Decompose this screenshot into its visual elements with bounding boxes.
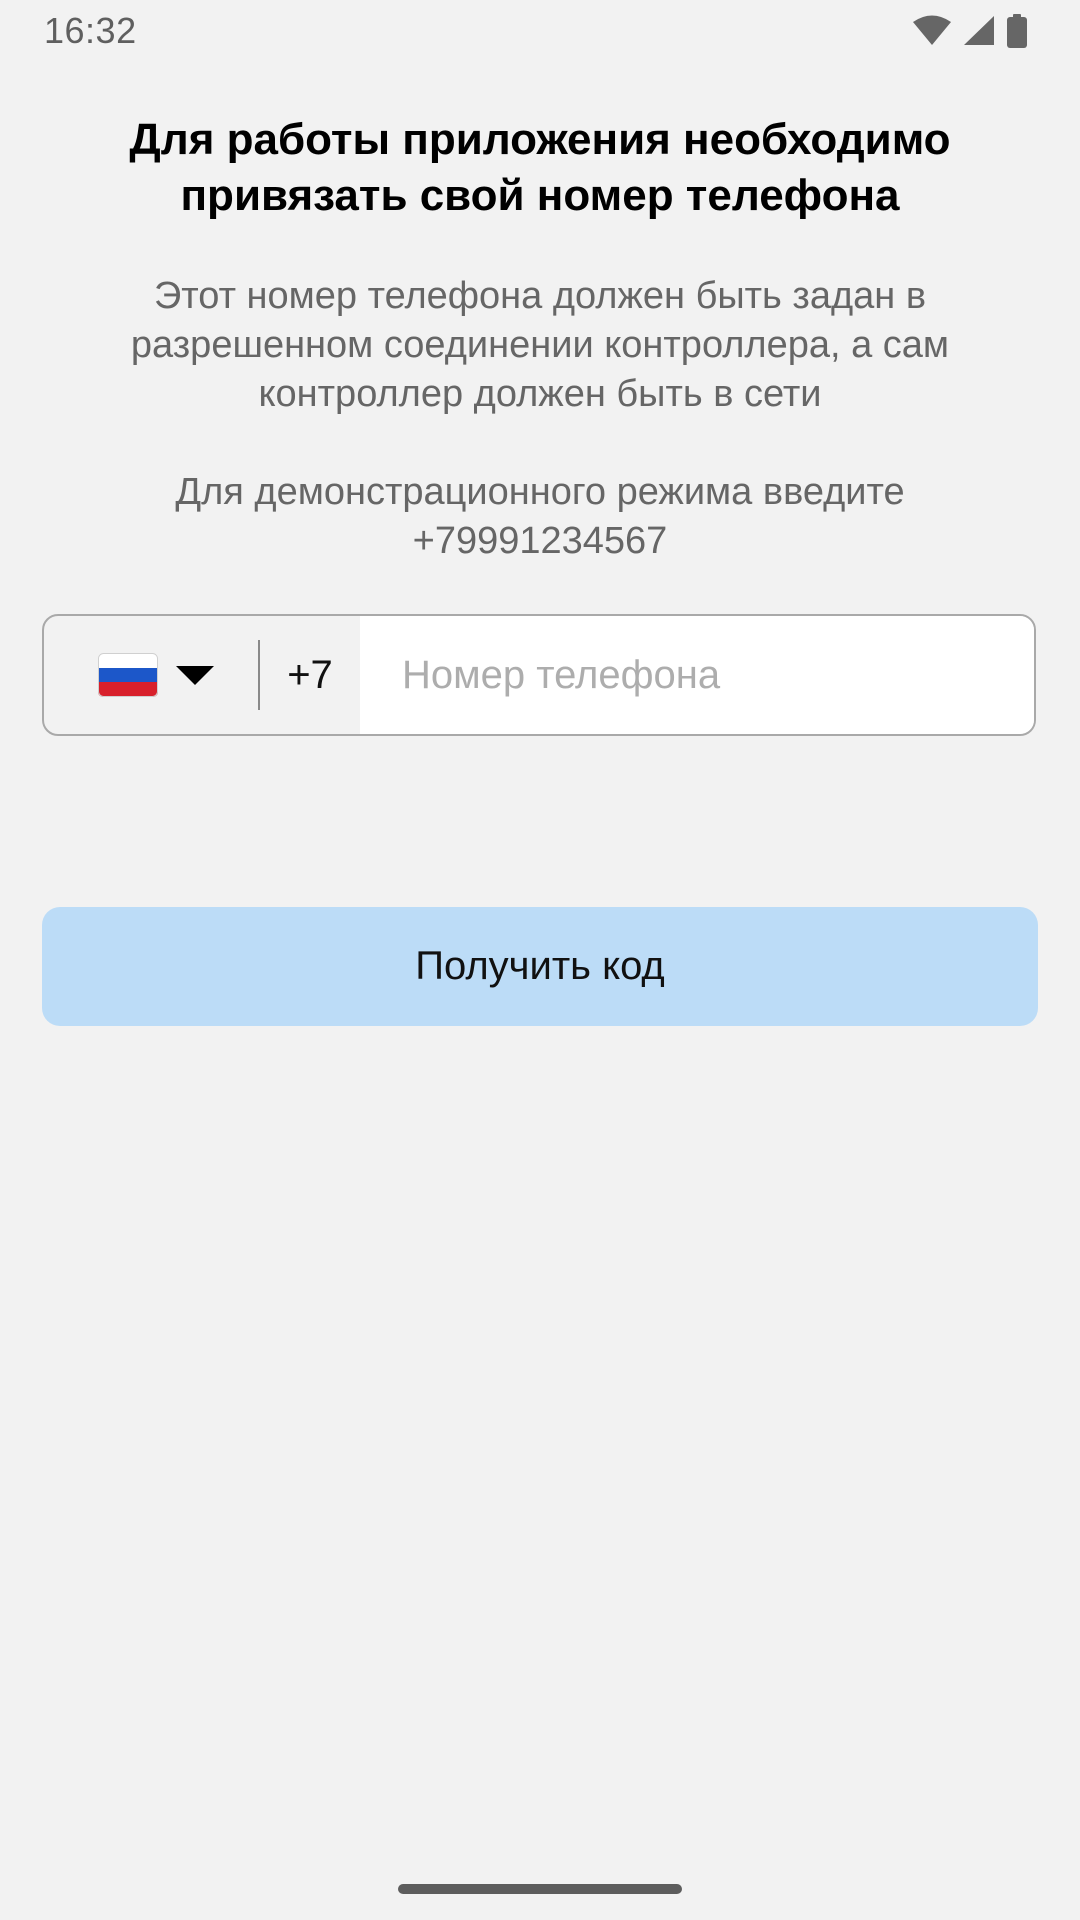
russia-flag-icon <box>98 653 158 697</box>
get-code-button[interactable]: Получить код <box>42 907 1038 1026</box>
description-text: Этот номер телефона должен быть задан в … <box>130 275 950 415</box>
status-bar: 16:32 <box>0 0 1080 62</box>
dial-code: +7 <box>287 652 333 697</box>
country-picker[interactable] <box>44 616 258 734</box>
phone-number-input[interactable] <box>360 616 1034 734</box>
phone-number-field: +7 <box>42 614 1036 736</box>
wifi-icon <box>912 15 952 47</box>
demo-hint-text: Для демонстрационного режима введите +79… <box>175 471 905 562</box>
status-time: 16:32 <box>44 10 137 51</box>
home-indicator[interactable] <box>398 1884 682 1894</box>
status-icons <box>912 14 1028 48</box>
page-title: Для работы приложения необходимо привяза… <box>129 115 951 220</box>
chevron-down-icon <box>158 665 214 685</box>
battery-icon <box>1006 14 1028 48</box>
signal-icon <box>962 15 996 47</box>
